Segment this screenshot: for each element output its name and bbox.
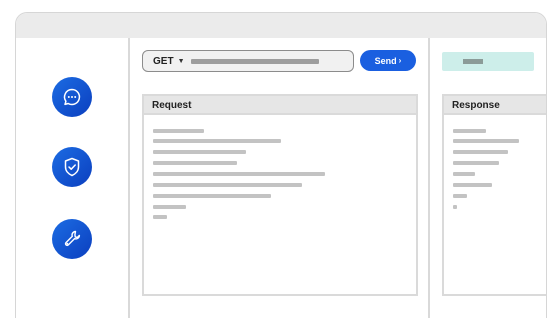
response-panel: Response (442, 94, 546, 296)
response-panel-title: Response (452, 100, 500, 111)
app-window: GET ▼ Send › Request Response (15, 12, 547, 318)
text-line (453, 129, 486, 133)
title-bar (16, 13, 546, 38)
send-label: Send (374, 55, 397, 66)
response-pane: Response (430, 38, 546, 318)
text-line (453, 161, 499, 165)
text-line (153, 215, 167, 219)
wrench-icon (61, 228, 83, 250)
caret-down-icon: ▼ (177, 57, 185, 65)
text-line (153, 150, 246, 154)
method-label: GET (153, 55, 174, 67)
send-button[interactable]: Send › (360, 50, 416, 71)
text-line (453, 139, 519, 143)
chat-button[interactable] (52, 77, 92, 117)
request-panel: Request (142, 94, 418, 296)
sidebar (16, 38, 130, 318)
status-text-placeholder (463, 59, 483, 64)
url-bar[interactable]: GET ▼ (142, 50, 354, 72)
text-line (453, 183, 492, 187)
url-input[interactable] (191, 59, 319, 64)
text-line (453, 194, 467, 198)
text-line (153, 194, 271, 198)
text-line (453, 172, 475, 176)
text-line (153, 139, 281, 143)
chevron-right-icon: › (398, 56, 402, 65)
text-line (453, 150, 508, 154)
chat-bubble-icon (61, 86, 83, 108)
request-panel-title: Request (152, 100, 192, 111)
text-line (153, 205, 186, 209)
status-badge (442, 52, 534, 71)
response-panel-header: Response (444, 96, 546, 115)
text-line (453, 205, 457, 209)
method-select[interactable]: GET ▼ (153, 56, 185, 67)
text-line (153, 161, 237, 165)
shield-check-icon (62, 156, 82, 178)
request-pane: GET ▼ Send › Request (130, 38, 430, 318)
security-button[interactable] (52, 147, 92, 187)
request-panel-header: Request (144, 96, 416, 115)
text-line (153, 129, 204, 133)
tools-button[interactable] (52, 219, 92, 259)
text-line (153, 172, 325, 176)
text-line (153, 183, 302, 187)
